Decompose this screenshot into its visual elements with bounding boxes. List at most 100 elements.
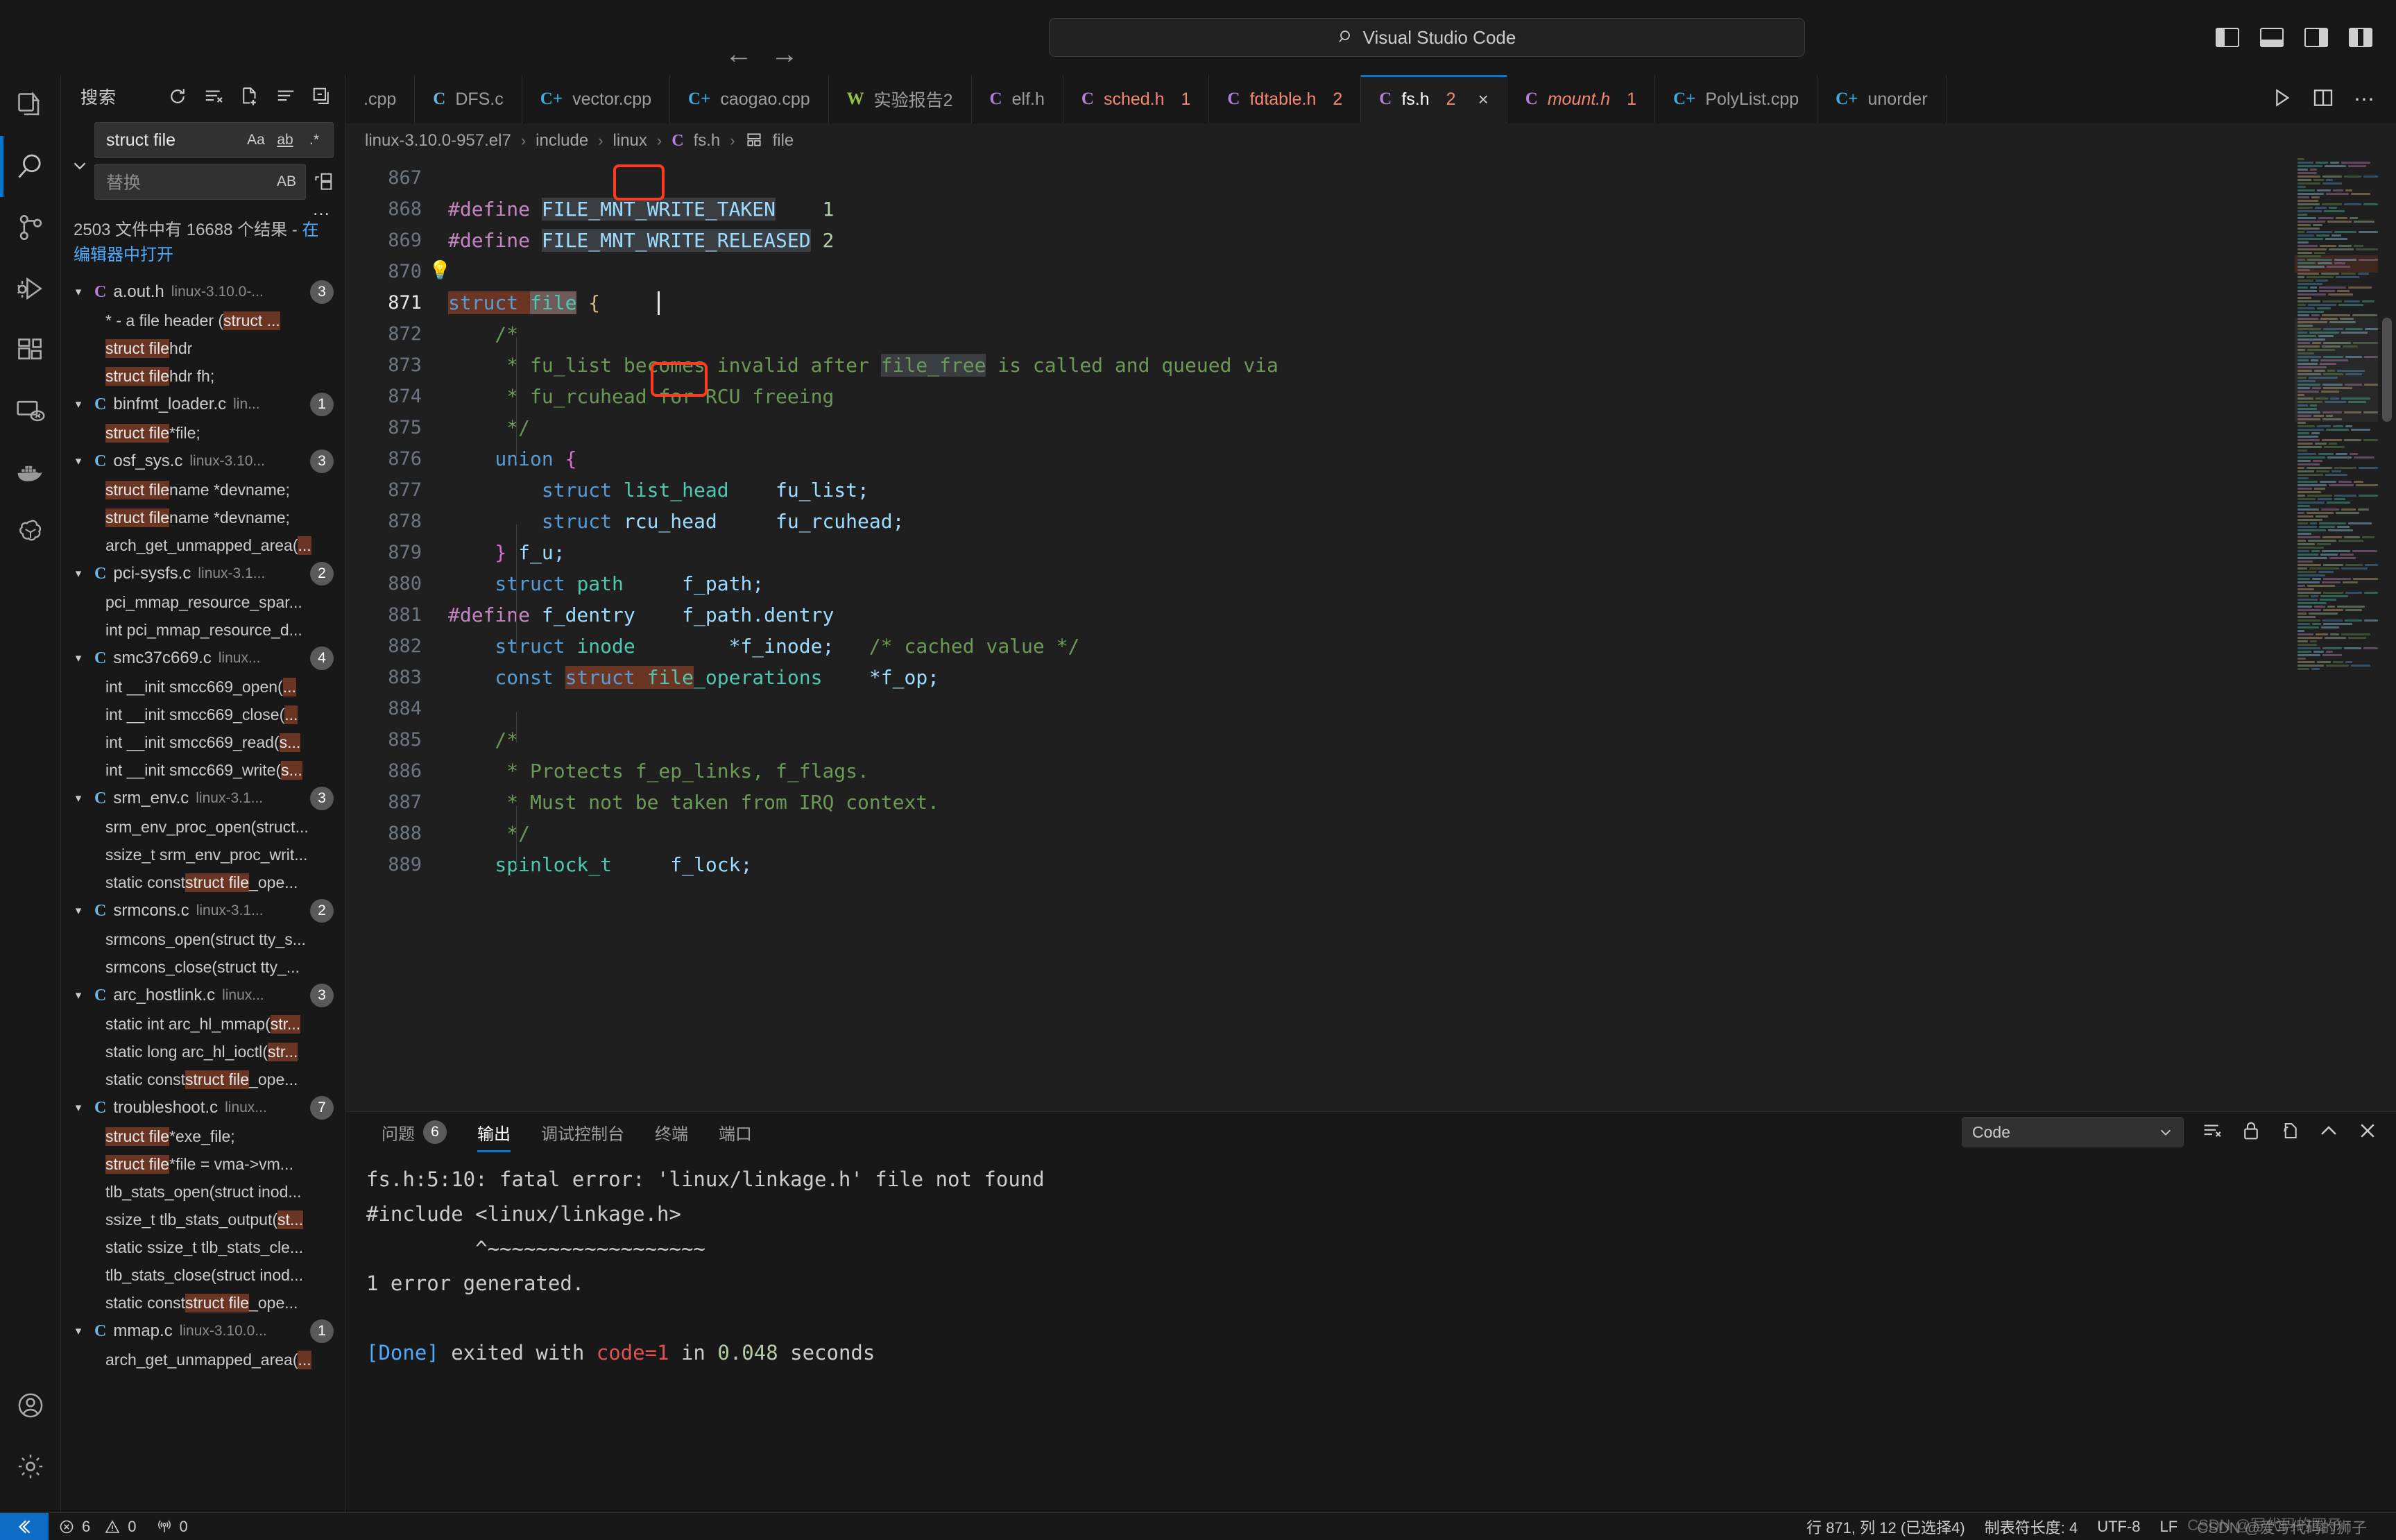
panel-tab-output[interactable]: 输出 [462, 1112, 526, 1152]
clear-all-icon[interactable] [203, 86, 224, 107]
search-result-match[interactable]: struct file name *devname; [61, 504, 345, 531]
search-result-match[interactable]: arch_get_unmapped_area(... [61, 1346, 345, 1374]
chevron-down-icon[interactable]: ▾ [69, 904, 87, 918]
breadcrumb-item[interactable]: file [773, 131, 794, 151]
search-result-file[interactable]: ▾ Csmc37c669.c linux... 4 [61, 644, 345, 673]
code-line[interactable]: 879 } f_u; [345, 537, 2396, 568]
search-result-match[interactable]: static const struct file _ope... [61, 1066, 345, 1093]
code-line[interactable]: 881 #define f_dentry f_path.dentry [345, 599, 2396, 631]
editor-viewport[interactable]: 867 868 #define FILE_MNT_WRITE_TAKEN 1 869 #… [345, 158, 2396, 1111]
sidebar-item-extensions[interactable] [0, 319, 61, 380]
chevron-down-icon[interactable]: ▾ [69, 989, 87, 1002]
search-result-file[interactable]: ▾ Csrm_env.c linux-3.1... 3 [61, 784, 345, 813]
code-line[interactable]: 889 spinlock_t f_lock; [345, 849, 2396, 880]
search-result-match[interactable]: tlb_stats_close(struct inod... [61, 1261, 345, 1289]
chevron-down-icon[interactable]: ▾ [69, 1324, 87, 1338]
code-line[interactable]: 869 #define FILE_MNT_WRITE_RELEASED 2 [345, 225, 2396, 256]
manage-settings-button[interactable] [0, 1436, 61, 1497]
chevron-down-icon[interactable]: ▾ [69, 1101, 87, 1115]
search-result-file[interactable]: ▾ Csrmcons.c linux-3.1... 2 [61, 896, 345, 925]
panel-tab-problems[interactable]: 问题 6 [366, 1112, 462, 1152]
sidebar-item-source-control[interactable] [0, 197, 61, 258]
new-file-icon[interactable] [239, 86, 260, 107]
match-whole-word-toggle[interactable]: ab [273, 128, 297, 152]
search-result-match[interactable]: struct file name *devname; [61, 476, 345, 504]
search-result-match[interactable]: int __init smcc669_close( ... [61, 701, 345, 728]
chevron-down-icon[interactable]: ▾ [69, 285, 87, 299]
search-result-match[interactable]: struct file hdr fh; [61, 362, 345, 390]
toggle-secondary-sidebar-icon[interactable] [2304, 28, 2328, 47]
search-result-match[interactable]: ssize_t srm_env_proc_writ... [61, 841, 345, 869]
search-result-file[interactable]: ▾ Cbinfmt_loader.c lin... 1 [61, 390, 345, 419]
play-icon[interactable] [2270, 87, 2293, 112]
code-content[interactable]: 867 868 #define FILE_MNT_WRITE_TAKEN 1 869 #… [345, 158, 2396, 1111]
search-result-match[interactable]: int __init smcc669_open( ... [61, 673, 345, 701]
lightbulb-icon[interactable]: 💡 [429, 255, 451, 286]
search-result-match[interactable]: int __init smcc669_write( s... [61, 756, 345, 784]
code-line[interactable]: 880 struct path f_path; [345, 568, 2396, 599]
breadcrumb-item[interactable]: linux [613, 131, 647, 151]
tab-caogao-cpp[interactable]: C+ caogao.cpp [670, 75, 829, 123]
code-line[interactable]: 876 union { [345, 443, 2396, 474]
code-line[interactable]: 888 */ [345, 818, 2396, 849]
search-result-match[interactable]: static ssize_t tlb_stats_cle... [61, 1233, 345, 1261]
minimap-slider[interactable] [2295, 318, 2378, 422]
toggle-primary-sidebar-icon[interactable] [2216, 28, 2239, 47]
search-result-match[interactable]: struct file *exe_file; [61, 1122, 345, 1150]
search-result-file[interactable]: ▾ Ca.out.h linux-3.10.0-... 3 [61, 277, 345, 307]
code-line[interactable]: 870 💡 [345, 256, 2396, 287]
search-result-match[interactable]: struct file *file; [61, 419, 345, 447]
sidebar-item-remote-explorer[interactable] [0, 380, 61, 441]
chevron-down-icon[interactable]: ▾ [69, 792, 87, 805]
chevron-down-icon[interactable]: ▾ [69, 397, 87, 411]
search-result-match[interactable]: ssize_t tlb_stats_output(st... [61, 1206, 345, 1233]
sidebar-item-docker[interactable] [0, 441, 61, 502]
search-result-match[interactable]: srmcons_close(struct tty_... [61, 953, 345, 981]
search-result-match[interactable]: static int arc_hl_mmap(str... [61, 1010, 345, 1038]
command-center-input[interactable]: Visual Studio Code [1049, 18, 1805, 57]
output-channel-select[interactable]: Code [1962, 1117, 2184, 1147]
code-line[interactable]: 872 /* [345, 318, 2396, 350]
panel-tab-ports[interactable]: 端口 [703, 1112, 767, 1152]
code-line[interactable]: 871 struct file { [345, 287, 2396, 318]
minimap[interactable] [2295, 158, 2379, 1111]
code-line[interactable]: 868 #define FILE_MNT_WRITE_TAKEN 1 [345, 194, 2396, 225]
tab-polylist-cpp[interactable]: C+ PolyList.cpp [1655, 75, 1818, 123]
tab-elf-h[interactable]: Celf.h [971, 75, 1063, 123]
tab-dfs-c[interactable]: C DFS.c [415, 75, 522, 123]
tab-cpp[interactable]: .cpp [345, 75, 416, 123]
breadcrumb-item[interactable]: fs.h [694, 131, 721, 151]
search-result-file[interactable]: ▾ Cosf_sys.c linux-3.10... 3 [61, 447, 345, 476]
ellipsis-icon[interactable]: ⋯ [2354, 87, 2377, 112]
tab-fs-h[interactable]: Cfs.h 2 × [1361, 75, 1507, 123]
search-result-file[interactable]: ▾ Carc_hostlink.c linux... 3 [61, 981, 345, 1010]
panel-tab-debug-console[interactable]: 调试控制台 [526, 1112, 640, 1152]
tab-vector-cpp[interactable]: C+ vector.cpp [522, 75, 671, 123]
output-content[interactable]: fs.h:5:10: fatal error: 'linux/linkage.h… [345, 1152, 2396, 1512]
search-result-match[interactable]: arch_get_unmapped_area(... [61, 531, 345, 559]
search-result-match[interactable]: static long arc_hl_ioctl(str... [61, 1038, 345, 1066]
sidebar-item-run-and-debug[interactable] [0, 258, 61, 319]
search-result-match[interactable]: * - a file header (struct ... [61, 307, 345, 334]
split-editor-icon[interactable] [2312, 87, 2334, 112]
search-input[interactable]: struct file Aa ab .* [94, 122, 334, 158]
breadcrumb-item[interactable]: include [536, 131, 588, 151]
remote-window-button[interactable] [0, 1512, 49, 1540]
search-result-match[interactable]: static const struct file _ope... [61, 869, 345, 896]
code-line[interactable]: 885 /* [345, 724, 2396, 755]
code-line[interactable]: 886 * Protects f_ep_links, f_flags. [345, 755, 2396, 787]
cursor-position-status[interactable]: 行 871, 列 12 (已选择4) [1797, 1513, 1975, 1540]
search-result-match[interactable]: pci_mmap_resource_spar... [61, 588, 345, 616]
toggle-panel-icon[interactable] [2260, 28, 2284, 47]
code-line[interactable]: 878 struct rcu_head fu_rcuhead; [345, 506, 2396, 537]
chevron-down-icon[interactable]: ▾ [69, 567, 87, 581]
ellipsis-icon[interactable]: … [61, 200, 345, 218]
eol-status[interactable]: LF [2150, 1513, 2188, 1540]
accounts-button[interactable] [0, 1375, 61, 1436]
encoding-status[interactable]: UTF-8 [2087, 1513, 2150, 1540]
preserve-case-toggle[interactable]: AB [275, 170, 298, 194]
collapse-all-icon[interactable] [311, 86, 332, 107]
use-regex-toggle[interactable]: .* [302, 128, 326, 152]
code-line[interactable]: 882 struct inode *f_inode; /* cached val… [345, 631, 2396, 662]
chevron-up-icon[interactable] [2318, 1120, 2339, 1145]
